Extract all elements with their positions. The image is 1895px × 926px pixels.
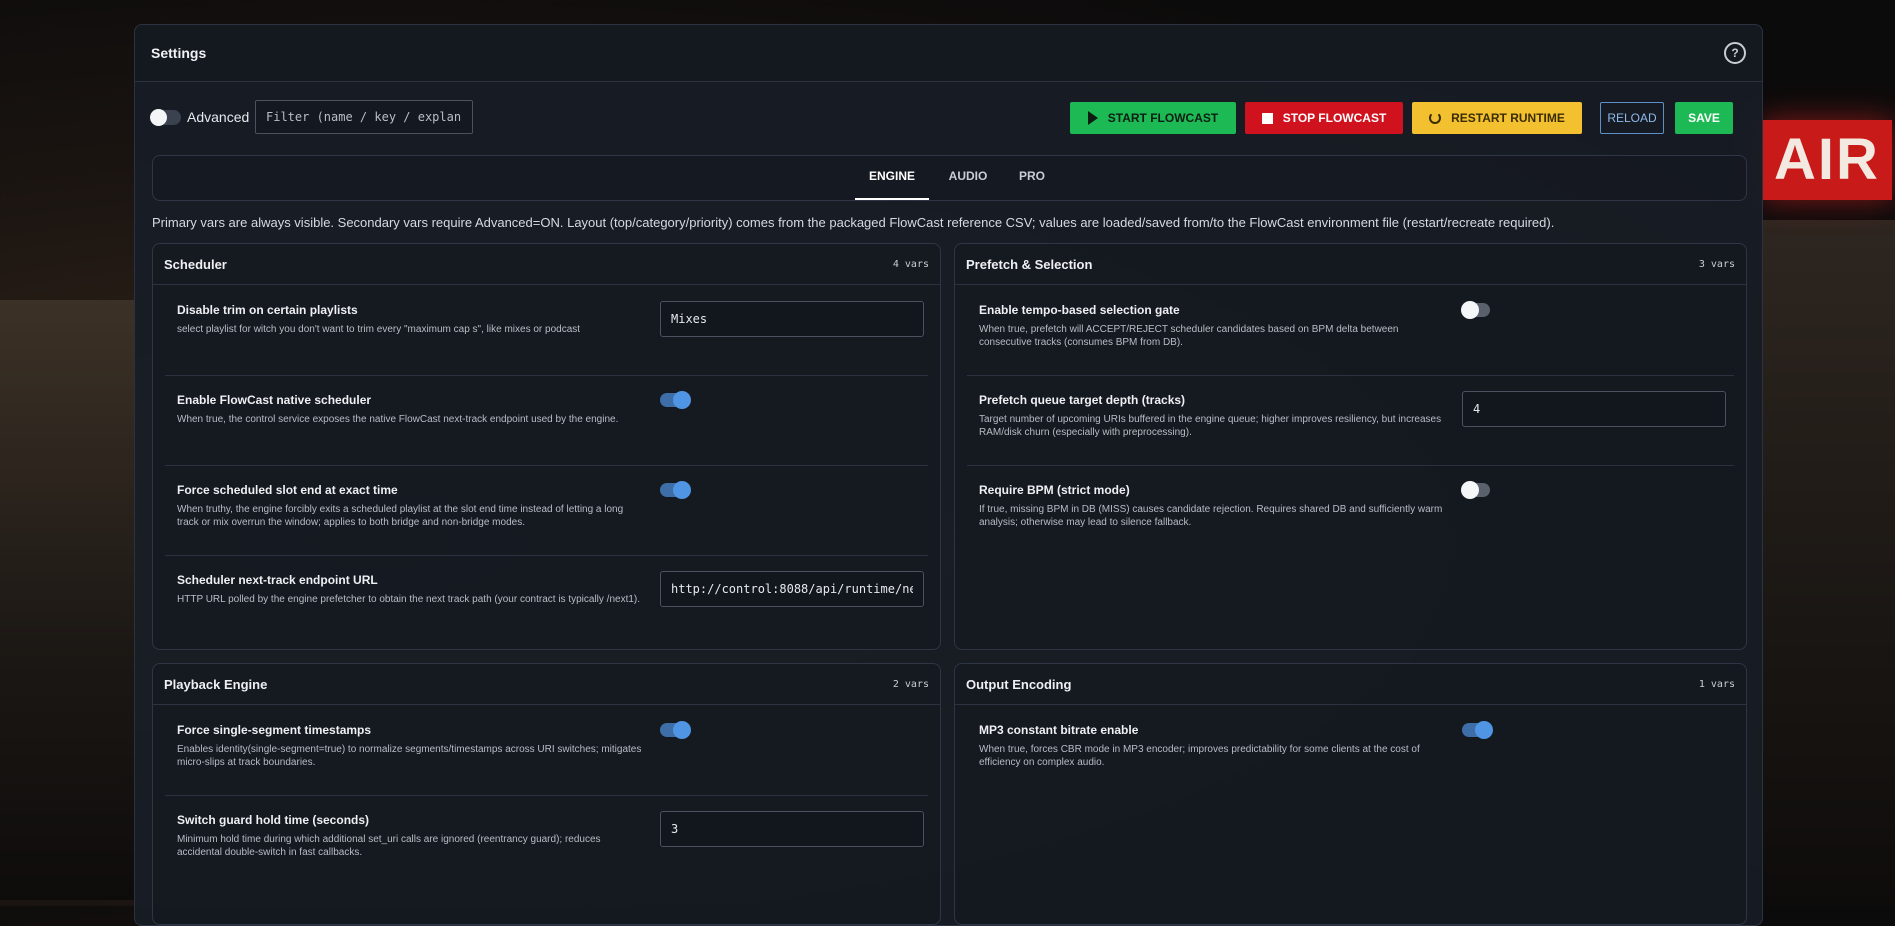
setting-row: Force single-segment timestamps Enables …: [165, 705, 928, 796]
card-header: Output Encoding 1 vars: [955, 664, 1746, 705]
card-header: Playback Engine 2 vars: [153, 664, 940, 705]
setting-name: Scheduler next-track endpoint URL: [177, 573, 378, 587]
toggle-knob: [673, 391, 691, 409]
toggle-knob: [673, 481, 691, 499]
stop-flowcast-label: STOP FLOWCAST: [1282, 111, 1387, 125]
setting-description: When truthy, the engine forcibly exits a…: [177, 504, 624, 528]
setting-description: HTTP URL polled by the engine prefetcher…: [177, 594, 641, 605]
toolbar: Advanced START FLOWCAST STOP FLOWCAST RE…: [150, 100, 1746, 136]
var-count-badge: 4 vars: [892, 258, 929, 270]
setting-name: Force scheduled slot end at exact time: [177, 483, 398, 497]
setting-description: When true, the control service exposes t…: [177, 414, 619, 425]
save-button[interactable]: SAVE: [1675, 102, 1733, 134]
toggle-knob: [1475, 721, 1493, 739]
toggle-knob: [1461, 481, 1479, 499]
var-count-badge: 3 vars: [1698, 258, 1735, 270]
restart-icon: [1429, 112, 1442, 124]
setting-row: Force scheduled slot end at exact time W…: [165, 465, 928, 556]
disable-trim-playlists-input[interactable]: [660, 301, 924, 337]
setting-name: Disable trim on certain playlists: [177, 303, 358, 317]
setting-description: select playlist for witch you don't want…: [177, 324, 581, 335]
setting-name: Prefetch queue target depth (tracks): [979, 393, 1186, 407]
toggle-knob: [150, 109, 167, 126]
setting-name: Enable FlowCast native scheduler: [177, 393, 372, 407]
setting-name: MP3 constant bitrate enable: [979, 723, 1139, 737]
start-flowcast-label: START FLOWCAST: [1107, 111, 1219, 125]
toggle-knob: [673, 721, 691, 739]
on-air-sign: AIR: [1762, 120, 1892, 200]
setting-description: Minimum hold time during which additiona…: [177, 834, 601, 858]
card-output-encoding: Output Encoding 1 vars MP3 constant bitr…: [954, 663, 1747, 925]
tabs-bar: ENGINE AUDIO PRO: [152, 155, 1747, 201]
background-studio-left: [0, 300, 134, 900]
setting-description: If true, missing BPM in DB (MISS) causes…: [979, 504, 1443, 528]
card-title: Playback Engine: [164, 676, 268, 692]
restart-runtime-label: RESTART RUNTIME: [1451, 111, 1565, 125]
tempo-gate-toggle[interactable]: [1461, 301, 1490, 319]
setting-description: When true, prefetch will ACCEPT/REJECT s…: [979, 324, 1399, 348]
force-slot-end-toggle[interactable]: [660, 481, 691, 499]
stop-icon: [1261, 112, 1273, 124]
play-icon: [1087, 111, 1098, 125]
panel-header: Settings ?: [135, 25, 1762, 82]
setting-description: When true, forces CBR mode in MP3 encode…: [979, 744, 1420, 768]
card-title: Scheduler: [164, 256, 227, 272]
setting-name: Require BPM (strict mode): [979, 483, 1130, 497]
toggle-knob: [1461, 301, 1479, 319]
card-title: Output Encoding: [966, 676, 1072, 692]
card-playback-engine: Playback Engine 2 vars Force single-segm…: [152, 663, 941, 925]
background-studio-right: [1761, 220, 1895, 906]
setting-name: Enable tempo-based selection gate: [979, 303, 1180, 317]
setting-row: Enable FlowCast native scheduler When tr…: [165, 375, 928, 466]
start-flowcast-button[interactable]: START FLOWCAST: [1070, 102, 1236, 134]
help-icon[interactable]: ?: [1724, 42, 1746, 64]
panel-title: Settings: [151, 45, 207, 61]
mp3-cbr-toggle[interactable]: [1462, 721, 1493, 739]
setting-row: Switch guard hold time (seconds) Minimum…: [165, 795, 928, 885]
card-title: Prefetch & Selection: [966, 256, 1093, 272]
setting-row: Prefetch queue target depth (tracks) Tar…: [967, 375, 1734, 466]
restart-runtime-button[interactable]: RESTART RUNTIME: [1412, 102, 1582, 134]
advanced-label: Advanced: [187, 109, 250, 125]
info-text: Primary vars are always visible. Seconda…: [152, 215, 1555, 230]
stop-flowcast-button[interactable]: STOP FLOWCAST: [1245, 102, 1403, 134]
setting-description: Enables identity(single-segment=true) to…: [177, 744, 642, 768]
tab-audio[interactable]: AUDIO: [938, 156, 998, 200]
prefetch-depth-input[interactable]: [1462, 391, 1726, 427]
setting-row: Require BPM (strict mode) If true, missi…: [967, 465, 1734, 555]
card-header: Prefetch & Selection 3 vars: [955, 244, 1746, 285]
next-track-endpoint-input[interactable]: [660, 571, 924, 607]
tab-pro[interactable]: PRO: [1007, 156, 1057, 200]
require-bpm-toggle[interactable]: [1461, 481, 1490, 499]
settings-panel: Settings ? Advanced START FLOWCAST STOP …: [134, 24, 1763, 926]
tab-engine[interactable]: ENGINE: [855, 156, 929, 200]
native-scheduler-toggle[interactable]: [660, 391, 691, 409]
card-prefetch-selection: Prefetch & Selection 3 vars Enable tempo…: [954, 243, 1747, 650]
card-header: Scheduler 4 vars: [153, 244, 940, 285]
reload-button[interactable]: RELOAD: [1600, 102, 1664, 134]
setting-row: Enable tempo-based selection gate When t…: [967, 285, 1734, 376]
setting-row: MP3 constant bitrate enable When true, f…: [967, 705, 1734, 795]
var-count-badge: 2 vars: [892, 678, 929, 690]
switch-guard-input[interactable]: [660, 811, 924, 847]
single-segment-toggle[interactable]: [660, 721, 691, 739]
filter-input[interactable]: [255, 100, 473, 134]
var-count-badge: 1 vars: [1698, 678, 1735, 690]
card-scheduler: Scheduler 4 vars Disable trim on certain…: [152, 243, 941, 650]
setting-name: Force single-segment timestamps: [177, 723, 372, 737]
setting-row: Disable trim on certain playlists select…: [165, 285, 928, 376]
setting-description: Target number of upcoming URIs buffered …: [979, 414, 1442, 438]
setting-row: Scheduler next-track endpoint URL HTTP U…: [165, 555, 928, 645]
setting-name: Switch guard hold time (seconds): [177, 813, 370, 827]
advanced-toggle[interactable]: [150, 109, 181, 126]
